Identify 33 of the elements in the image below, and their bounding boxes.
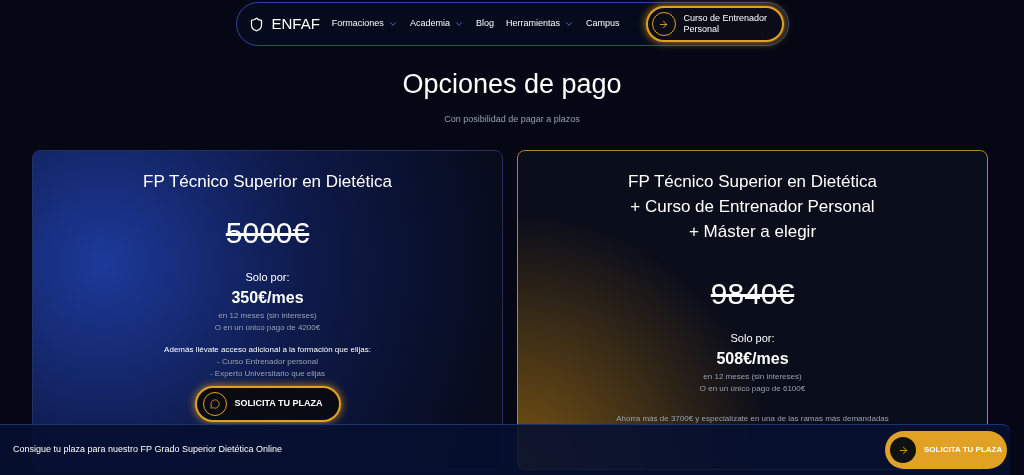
old-price: 5000€ (225, 215, 310, 251)
only-for-label: Solo por: (730, 331, 775, 346)
nav-link[interactable]: Academia (409, 17, 464, 31)
shield-logo-icon (248, 16, 264, 32)
single-payment: O en un único pago de 4200€ (214, 321, 321, 334)
chevron-icon (453, 19, 464, 29)
plan-title: + Máster a elegir (688, 221, 817, 243)
monthly-price: 350€/mes (231, 287, 304, 308)
payment-terms: en 12 meses (sin intereses) (218, 309, 317, 322)
chevron-icon (387, 19, 398, 29)
extra-title: Además llévate acceso adicional a la formación que elijas: (164, 343, 371, 356)
plan-title: FP Técnico Superior en Dietética (143, 171, 392, 193)
section-subtitle: Con posibilidad de pagar a plazos (443, 112, 581, 126)
nav-link[interactable]: Blog (475, 17, 494, 31)
nav-link[interactable]: Herramientas (505, 17, 574, 31)
savings-note: Ahorra más de 3700€ y especialízate en una de las ramas más demandadas (616, 412, 889, 425)
chevron-icon (563, 19, 574, 29)
nav-link[interactable]: Formaciones (331, 17, 398, 31)
extra-item: - Curso Entrenador personal (217, 355, 318, 368)
plan-title: + Curso de Entrenador Personal (630, 196, 875, 218)
single-payment: O en un único pago de 6100€ (699, 382, 806, 395)
section-title: Opciones de pago (401, 68, 623, 101)
extra-item: - Experto Universitario que elijas (209, 367, 326, 380)
only-for-label: Solo por: (245, 270, 290, 285)
brand-name[interactable]: ENFAF (271, 12, 320, 36)
bottom-bar-text: Consigue tu plaza para nuestro FP Grado Superior Dietética Online (13, 443, 282, 457)
payment-terms: en 12 meses (sin intereses) (703, 370, 802, 383)
nav-link[interactable]: Campus (585, 17, 620, 31)
plan-title: FP Técnico Superior en Dietética (628, 171, 877, 193)
old-price: 9840€ (710, 276, 795, 312)
course-button[interactable]: Curso de Entrenador Personal (645, 6, 784, 42)
monthly-price: 508€/mes (716, 348, 789, 369)
apply-button[interactable]: SOLICITA TU PLAZA (194, 385, 341, 422)
